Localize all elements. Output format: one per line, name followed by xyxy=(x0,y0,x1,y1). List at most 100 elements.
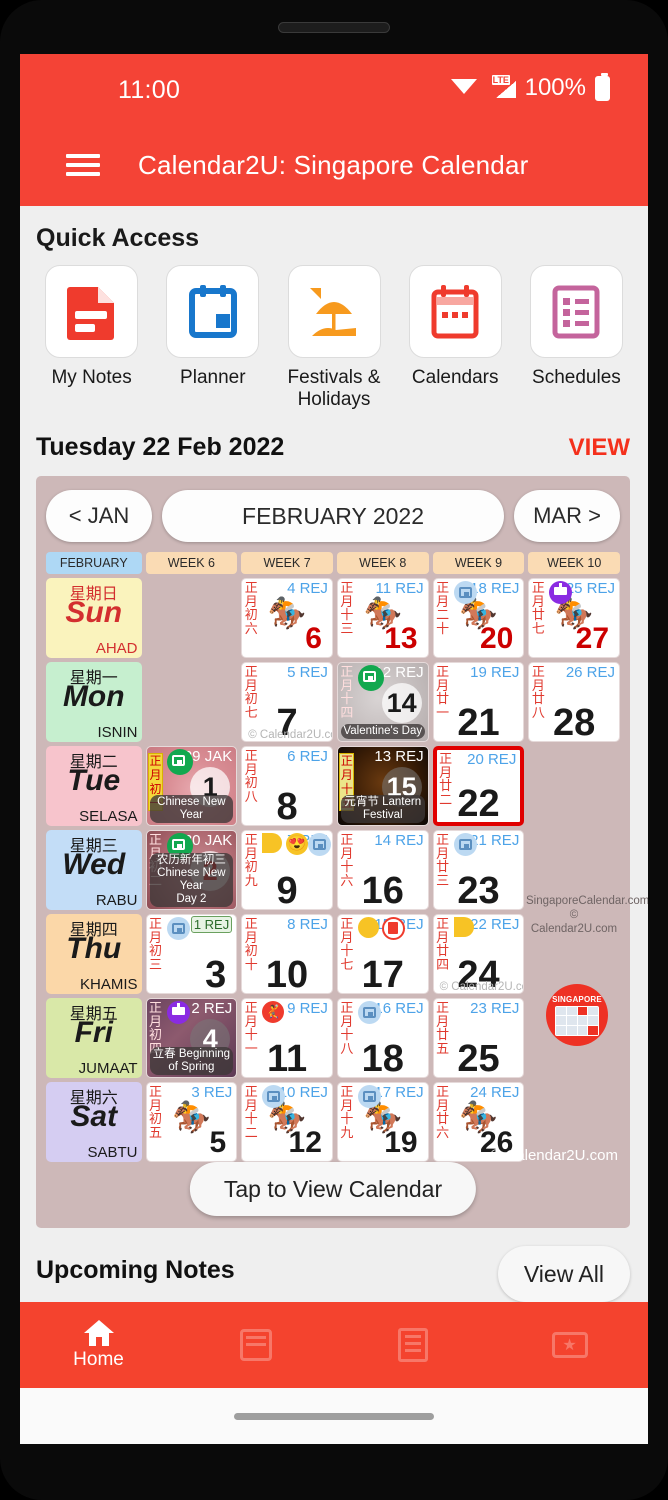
app-bar: Calendar2U: Singapore Calendar xyxy=(20,124,648,206)
singapore-logo: SINGAPORE xyxy=(546,984,608,1046)
horse-racing-icon: 🏇 xyxy=(267,595,307,631)
moon-half-icon xyxy=(262,833,283,853)
calendar-blue-icon xyxy=(453,581,477,604)
wifi-icon xyxy=(450,78,477,98)
quick-access-item-planner[interactable]: Planner xyxy=(155,265,270,411)
lunar-date: 正月十七 xyxy=(340,916,353,972)
month-label-button[interactable]: FEBRUARY 2022 xyxy=(162,490,504,542)
list-icon xyxy=(397,1328,428,1362)
calendar-day-cell[interactable]: 正月十四 12 REJ 14 Valentine's Day xyxy=(336,662,429,742)
calendar-day-cell[interactable]: 正月十六 14 REJ 16 xyxy=(336,830,429,910)
day-number: 14 xyxy=(381,683,422,723)
nav-item-list[interactable] xyxy=(334,1302,491,1388)
calendar-day-cell[interactable]: 正月廿五 23 REJ 25 xyxy=(432,998,525,1078)
notes-red-icon xyxy=(381,917,405,940)
calendar-day-cell[interactable]: 正月初四2 REJ4立春 Beginning of Spring xyxy=(145,998,238,1078)
heart-eyes-icon: 😍 xyxy=(286,833,309,855)
day-of-week-cell-sat: 星期六 Sat SABTU xyxy=(46,1082,142,1162)
calendar-day-cell[interactable]: 正月廿八 26 REJ 28 xyxy=(528,662,621,742)
calendar-side-watermark: SingaporeCalendar.com © Calendar2U.com xyxy=(526,895,648,935)
gesture-bar[interactable] xyxy=(234,1412,434,1420)
day-number: 12 xyxy=(288,1126,322,1159)
status-icons: LTE 100% xyxy=(450,72,610,102)
calendar-day-cell[interactable]: 正月十九 17 REJ 🏇 19 xyxy=(336,1082,429,1162)
tap-to-view-calendar-button[interactable]: Tap to View Calendar xyxy=(189,1162,477,1216)
calendar-day-cell[interactable]: 正月十三 11 REJ 🏇 13 xyxy=(336,578,429,658)
lunar-date: 正月廿一 xyxy=(436,664,449,720)
calendar-icon xyxy=(239,1329,272,1361)
lunar-date: 正月初三 xyxy=(149,916,162,972)
moon-full-icon xyxy=(357,917,379,938)
lunar-date: 正月十九 xyxy=(340,1084,353,1140)
upcoming-notes-title: Upcoming Notes xyxy=(36,1256,235,1284)
hijri-date: 6 REJ xyxy=(287,748,328,765)
lunar-date: 正月初九 xyxy=(244,832,258,888)
day-number: 22 xyxy=(457,783,500,825)
day-label-en: Tue xyxy=(67,764,121,797)
calendar-day-cell[interactable]: 正月初八 6 REJ 8 xyxy=(241,746,333,826)
calendar-blue-icon xyxy=(166,917,190,940)
calendar-card: < JAN FEBRUARY 2022 MAR > FEBRUARY WEEK 6… xyxy=(36,476,648,1228)
quick-access-item-festivals-holidays[interactable]: Festivals & Holidays xyxy=(276,265,391,411)
calendar-day-cell[interactable]: 正月十五正月十五13 REJ15元宵节 Lantern Festival xyxy=(336,746,429,826)
view-link[interactable]: VIEW xyxy=(569,434,630,462)
calendar-day-cell[interactable]: 正月初三 1 REJ 3 xyxy=(145,914,238,994)
lunar-date: 正月廿五 xyxy=(436,1000,449,1056)
quick-access-row: My Notes Planner Festivals & Holidays Ca… xyxy=(20,253,648,411)
cell-watermark: © Calendar2U.com xyxy=(248,729,332,741)
lunar-date: 正月十三 xyxy=(340,580,353,636)
calendar-day-cell[interactable]: 正月十二 10 REJ 🏇 12 xyxy=(241,1082,333,1162)
next-month-button[interactable]: MAR > xyxy=(514,490,620,542)
calendar-blue-icon xyxy=(357,1085,381,1108)
prev-month-button[interactable]: < JAN xyxy=(46,490,152,542)
nav-item-calendar[interactable] xyxy=(177,1302,334,1388)
calendar-blue-icon xyxy=(453,833,477,856)
quick-access-title: Quick Access xyxy=(36,224,200,252)
calendar-day-cell[interactable]: 正月十七15 REJ17 xyxy=(336,914,429,994)
calendar-day-cell[interactable]: 正月廿四22 REJ24© Calendar2U.com xyxy=(432,914,525,994)
nav-item-home[interactable]: Home xyxy=(20,1302,177,1388)
calendar-week-chip: WEEK 8 xyxy=(336,552,429,574)
calendar-day-cell[interactable]: 正月廿三 21 REJ 23 xyxy=(432,830,525,910)
upcoming-notes-section: Upcoming Notes View All xyxy=(20,1228,648,1302)
lunar-date: 正月十四 xyxy=(340,664,353,720)
quick-access-item-schedules[interactable]: Schedules xyxy=(519,265,634,411)
lunar-date: 正月十一 xyxy=(244,1000,258,1056)
singapore-logo-grid xyxy=(555,1005,599,1036)
calendar-day-cell[interactable]: 正月初一正月初一29 JAK1Chinese New Year xyxy=(145,746,238,826)
calendar-green-icon xyxy=(166,749,193,775)
quick-access-item-calendars[interactable]: Calendars xyxy=(398,265,513,411)
calendar-day-cell[interactable]: 正月廿一 19 REJ 21 xyxy=(432,662,525,742)
calendar-day-cell[interactable]: 正月十一 9 REJ 11 🤾 xyxy=(241,998,333,1078)
hamburger-icon[interactable] xyxy=(66,149,100,181)
calendar-day-cell[interactable]: 正月初二30 JAK2农历新年初三Chinese New YearDay 2 xyxy=(145,830,238,910)
day-label-en: Fri xyxy=(74,1016,113,1049)
nav-item-tickets[interactable]: ★ xyxy=(491,1302,648,1388)
hijri-date: 26 REJ xyxy=(565,664,616,681)
view-all-button[interactable]: View All xyxy=(497,1246,630,1302)
calendar-day-cell[interactable]: 正月二十 18 REJ 🏇 20 xyxy=(432,578,525,658)
moon-half-icon xyxy=(453,917,474,937)
day-label-ms: ISNIN xyxy=(97,724,138,741)
gesture-bar-area xyxy=(20,1388,648,1444)
lunar-date: 正月十六 xyxy=(340,832,353,888)
calendar-day-cell[interactable]: 正月初七5 REJ7© Calendar2U.com xyxy=(241,662,333,742)
day-number: 27 xyxy=(575,622,610,655)
day-number: 8 xyxy=(276,786,298,826)
date-header: Tuesday 22 Feb 2022 VIEW xyxy=(20,411,648,462)
calendar-day-cell[interactable]: 正月十八 16 REJ 18 xyxy=(336,998,429,1078)
cellular-signal-icon: LTE xyxy=(486,75,516,99)
festival-label: 立春 Beginning of Spring xyxy=(149,1047,234,1075)
day-label-ms: RABU xyxy=(95,892,138,909)
day-number: 28 xyxy=(553,702,596,742)
calendar-day-cell[interactable]: 正月初十 8 REJ 10 xyxy=(241,914,333,994)
quick-access-item-my-notes[interactable]: My Notes xyxy=(34,265,149,411)
calendar-day-cell[interactable]: 正月初六 4 REJ 🏇 6 xyxy=(241,578,333,658)
calendar-day-cell[interactable]: 正月廿二 20 REJ 22 xyxy=(432,746,525,826)
nav-item-label: Home xyxy=(73,1348,124,1370)
calendar-day-cell[interactable]: 正月初五 3 REJ 🏇 5 xyxy=(145,1082,238,1162)
hijri-date: 22 REJ xyxy=(470,916,520,933)
week-column-week-6: 正月初一正月初一29 JAK1Chinese New Year正月初二30 JA… xyxy=(145,578,238,1162)
calendar-day-cell[interactable]: 正月初九7 REJ9😍 xyxy=(241,830,333,910)
calendar-day-cell[interactable]: 正月廿七 25 REJ 🏇 27 xyxy=(528,578,621,658)
